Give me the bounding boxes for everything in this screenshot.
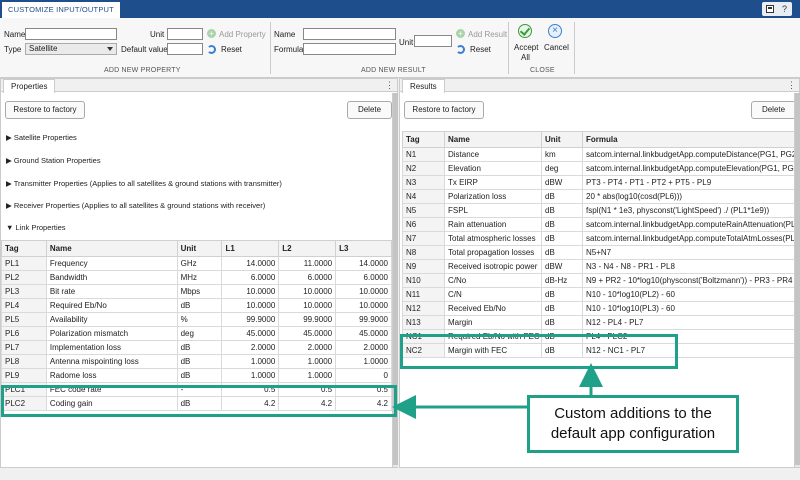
annotation-callout: Custom additions to the default app conf… <box>527 395 739 453</box>
callout-line-2: default app configuration <box>550 425 716 442</box>
callout-line-1: Custom additions to the <box>554 405 712 422</box>
